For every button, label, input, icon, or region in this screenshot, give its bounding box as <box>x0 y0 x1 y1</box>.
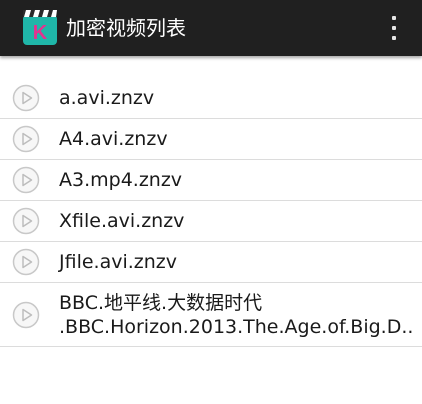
file-name: A3.mp4.znzv <box>59 169 183 191</box>
video-list: a.avi.znzv A4.avi.znzv A3.mp4.znzv Xfile… <box>0 78 422 347</box>
svg-text:K: K <box>33 22 48 44</box>
list-item[interactable]: Xfile.avi.znzv <box>0 201 422 242</box>
file-name-line-2: .BBC.Horizon.2013.The.Age.of.Big.D... <box>59 316 415 338</box>
list-item[interactable]: A4.avi.znzv <box>0 119 422 160</box>
play-icon <box>12 125 40 153</box>
overflow-menu-icon[interactable] <box>386 16 402 40</box>
list-item[interactable]: BBC.地平线.大数据时代 .BBC.Horizon.2013.The.Age.… <box>0 283 422 347</box>
list-item[interactable]: a.avi.znzv <box>0 78 422 119</box>
play-icon <box>12 248 40 276</box>
list-item[interactable]: A3.mp4.znzv <box>0 160 422 201</box>
action-bar: K 加密视频列表 <box>0 0 422 56</box>
app-title: 加密视频列表 <box>66 16 186 40</box>
file-name: Xfile.avi.znzv <box>59 210 185 232</box>
file-name: A4.avi.znzv <box>59 128 168 150</box>
file-name: Jfile.avi.znzv <box>59 251 178 273</box>
play-icon <box>12 207 40 235</box>
file-name-line-1: BBC.地平线.大数据时代 <box>59 292 263 314</box>
app-logo-icon: K <box>23 10 57 45</box>
play-icon <box>12 301 40 329</box>
play-icon <box>12 166 40 194</box>
file-name: a.avi.znzv <box>59 87 155 109</box>
list-item[interactable]: Jfile.avi.znzv <box>0 242 422 283</box>
file-name: BBC.地平线.大数据时代 .BBC.Horizon.2013.The.Age.… <box>59 291 415 339</box>
play-icon <box>12 84 40 112</box>
